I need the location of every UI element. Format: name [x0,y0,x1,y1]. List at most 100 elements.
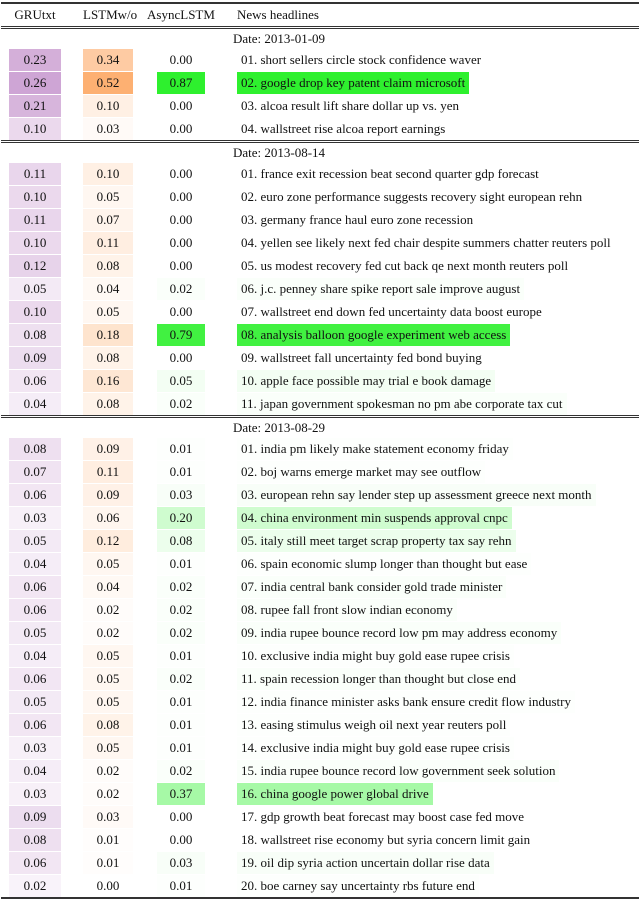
headline-text: 12. india finance minister asks bank ens… [237,690,575,713]
headline-text: 08. analysis balloon google experiment w… [237,323,511,346]
header-gru: GRUtxt [14,7,56,22]
gru-score: 0.10 [9,117,61,140]
async-score: 0.79 [157,323,205,346]
lstm-score: 0.05 [83,736,133,759]
async-score: 0.02 [157,392,205,415]
table-row: 0.06 0.16 0.05 10. apple face possible may … [1,369,639,392]
headline: 19. oil dip syria action uncertain dolla… [237,851,494,874]
table-row: 0.05 0.12 0.08 05. italy still meet target … [1,529,639,552]
lstm-score: 0.06 [83,506,133,529]
async-score: 0.01 [157,437,205,460]
headline: 01. france exit recession beat second qu… [241,163,543,185]
gru-score: 0.03 [9,506,61,529]
async-score: 0.00 [169,211,193,227]
headline-text: 07. india central bank consider gold tra… [237,575,507,598]
headline: 02. boj warns emerge market may see outf… [237,460,486,483]
headline: 12. india finance minister asks bank ens… [237,690,575,713]
async-score: 0.00 [169,349,193,365]
headline-text: 14. exclusive india might buy gold ease … [237,736,514,759]
lstm-score: 0.03 [83,805,133,828]
lstm-score: 0.18 [83,323,133,346]
lstm-score: 0.01 [83,828,133,851]
async-score: 0.02 [157,759,205,782]
lstm-score: 0.01 [83,851,133,874]
gru-score: 0.04 [9,552,61,575]
gru-score: 0.08 [9,323,61,346]
table-row: 0.23 0.34 0.00 01. short sellers circle sto… [1,48,639,71]
headline-text: 20. boe carney say uncertainty rbs futur… [237,874,479,897]
headline-text: 10. apple face possible may trial e book… [237,369,496,392]
gru-score: 0.11 [9,208,61,231]
headline: 06. spain economic slump longer than tho… [237,552,532,575]
headline-text: 03. germany france haul euro zone recess… [241,211,474,227]
table-row: 0.08 0.18 0.79 08. analysis balloon google … [1,323,639,346]
headline: 09. india rupee bounce record low pm may… [237,621,562,644]
gru-score: 0.09 [9,805,61,828]
headline: 11. japan government spokesman no pm abe… [237,392,567,415]
lstm-score: 0.10 [83,162,133,185]
lstm-score: 0.08 [83,392,133,415]
async-score: 0.00 [169,188,193,204]
table-row: 0.10 0.03 0.00 04. wallstreet rise alcoa re… [1,117,639,140]
async-score: 0.00 [169,831,193,847]
table-row: 0.03 0.06 0.20 04. china environment min su… [1,506,639,529]
gru-score: 0.08 [9,828,61,851]
gru-score: 0.06 [9,851,61,874]
table-row: 0.11 0.10 0.00 01. france exit recession be… [1,162,639,185]
headline-text: 10. exclusive india might buy gold ease … [237,644,514,667]
table-row: 0.26 0.52 0.87 02. google drop key patent c… [1,71,639,94]
lstm-score: 0.02 [83,759,133,782]
headline: 13. easing stimulus weigh oil next year … [237,713,511,736]
headline: 11. spain recession longer than thought … [237,667,520,690]
async-score: 0.00 [169,808,193,824]
async-score: 0.37 [157,782,205,805]
attention-table: GRUtxt LSTMw/o AsyncLSTM News headlines … [1,2,639,899]
async-score: 0.20 [157,506,205,529]
headline: 16. china google power global drive [237,782,433,805]
lstm-score: 0.05 [83,644,133,667]
lstm-score: 0.04 [83,575,133,598]
table-row: 0.06 0.02 0.02 08. rupee fall front slow in… [1,598,639,621]
table-row: 0.05 0.02 0.02 09. india rupee bounce recor… [1,621,639,644]
section-date: Date: 2013-01-09 [1,29,639,48]
table-row: 0.10 0.11 0.00 04. yellen see likely next f… [1,231,639,254]
headline: 06. j.c. penney share spike report sale … [237,277,525,300]
table-row: 0.06 0.04 0.02 07. india central bank consi… [1,575,639,598]
table-row: 0.04 0.05 0.01 06. spain economic slump lon… [1,552,639,575]
async-score: 0.02 [157,598,205,621]
headline-text: 02. boj warns emerge market may see outf… [237,460,486,483]
gru-score: 0.26 [9,71,61,94]
gru-score: 0.06 [9,667,61,690]
lstm-score: 0.00 [96,877,120,893]
async-score: 0.00 [169,303,193,319]
async-score: 0.01 [157,713,205,736]
async-score: 0.01 [157,460,205,483]
headline-text: 16. china google power global drive [237,782,433,805]
gru-score: 0.03 [9,782,61,805]
section-date: Date: 2013-08-14 [1,143,639,162]
headline-text: 19. oil dip syria action uncertain dolla… [237,851,494,874]
header-lstm: LSTMw/o [83,7,138,22]
table-row: 0.12 0.08 0.00 05. us modest recovery fed c… [1,254,639,277]
headline: 14. exclusive india might buy gold ease … [237,736,514,759]
async-score: 0.02 [157,621,205,644]
table-row: 0.06 0.01 0.03 19. oil dip syria action unc… [1,851,639,874]
headline-text: 02. google drop key patent claim microso… [237,71,470,94]
headline-text: 17. gdp growth beat forecast may boost c… [241,808,525,824]
lstm-score: 0.12 [83,529,133,552]
headline-text: 15. india rupee bounce record low govern… [237,759,560,782]
async-score: 0.08 [157,529,205,552]
headline: 17. gdp growth beat forecast may boost c… [241,806,528,828]
headline-text: 01. short sellers circle stock confidenc… [241,51,482,67]
table-row: 0.04 0.05 0.01 10. exclusive india might bu… [1,644,639,667]
async-score: 0.02 [157,277,205,300]
table-bottom-rule [1,897,639,899]
lstm-score: 0.16 [83,369,133,392]
headline: 04. yellen see likely next fed chair des… [241,232,615,254]
lstm-score: 0.10 [83,94,133,117]
headline: 02. google drop key patent claim microso… [237,71,470,94]
lstm-score: 0.09 [83,437,133,460]
lstm-score: 0.05 [83,185,133,208]
headline-text: 02. euro zone performance suggests recov… [241,188,583,204]
table-row: 0.06 0.08 0.01 13. easing stimulus weigh oi… [1,713,639,736]
